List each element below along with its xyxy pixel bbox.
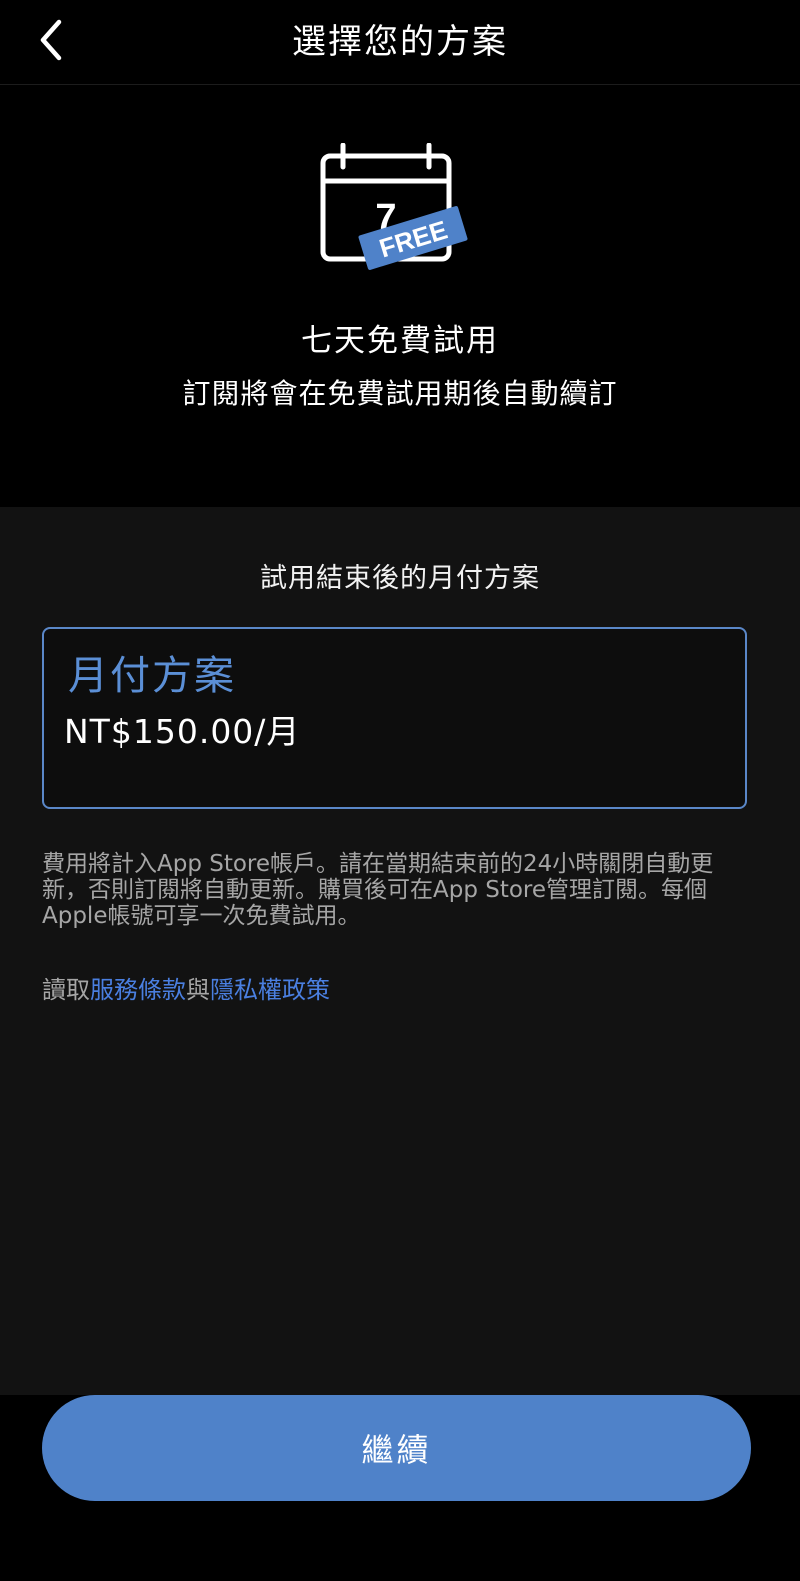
- terms-conjunction: 與: [186, 976, 210, 1004]
- page-title: 選擇您的方案: [292, 22, 508, 62]
- bottom-bar: 繼續: [0, 1395, 800, 1581]
- plan-panel: 試用結束後的月付方案 月付方案 NT$150.00/月 費用將計入App Sto…: [0, 507, 800, 1395]
- terms-prefix: 讀取: [42, 976, 90, 1004]
- plan-section-title: 試用結束後的月付方案: [260, 563, 540, 594]
- nav-header: 選擇您的方案: [0, 0, 800, 85]
- plan-selection-screen: 選擇您的方案 7 FREE 七天免費試用 訂閱將會在免費試用期後自動續訂 試用結…: [0, 0, 800, 1581]
- monthly-plan-card[interactable]: 月付方案 NT$150.00/月: [42, 627, 747, 809]
- trial-subtitle: 訂閱將會在免費試用期後自動續訂: [182, 377, 618, 410]
- continue-button[interactable]: 繼續: [42, 1395, 751, 1501]
- calendar-free-icon: 7 FREE: [320, 143, 468, 270]
- service-terms-link[interactable]: 服務條款: [90, 976, 186, 1004]
- free-trial-hero: 7 FREE 七天免費試用 訂閱將會在免費試用期後自動續訂: [0, 85, 800, 507]
- plan-name: 月付方案: [68, 653, 236, 699]
- trial-title: 七天免費試用: [301, 323, 499, 359]
- plan-price: NT$150.00/月: [64, 712, 301, 751]
- privacy-policy-link[interactable]: 隱私權政策: [210, 976, 330, 1004]
- billing-disclaimer: 費用將計入App Store帳戶。請在當期結束前的24小時關閉自動更新，否則訂閱…: [42, 851, 714, 929]
- terms-line: 讀取服務條款與隱私權政策: [42, 970, 330, 1005]
